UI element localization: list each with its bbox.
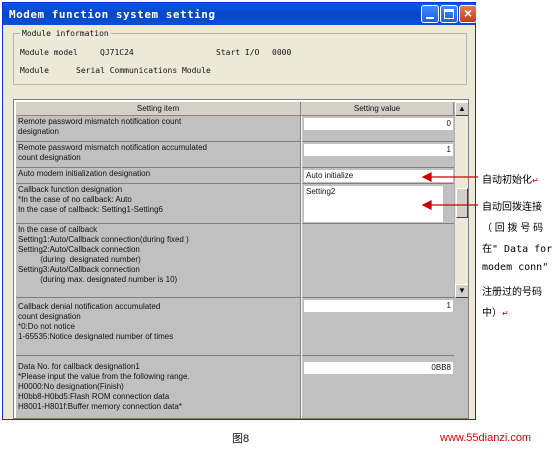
- annotation-auto-init: 自动初始化↵: [482, 175, 539, 186]
- annotation-callback-line2: （ 回 拨 号 码: [482, 223, 544, 234]
- annotation-callback-line6: 中）↵: [482, 308, 509, 319]
- arrow-callback: [421, 200, 478, 210]
- watermark: www.55dianzi.com: [440, 432, 532, 444]
- annotation-callback-line3: 在" Data for: [482, 244, 553, 255]
- annotation-callback-line5: 注册过的号码: [482, 287, 542, 298]
- annotation-callback-line1: 自动回拨连接: [482, 202, 542, 213]
- annotation-callback-line4: modem conn": [482, 262, 549, 273]
- figure-caption: 图8: [232, 433, 250, 445]
- annotation-arrows: [421, 172, 478, 210]
- arrow-auto-init: [421, 172, 478, 182]
